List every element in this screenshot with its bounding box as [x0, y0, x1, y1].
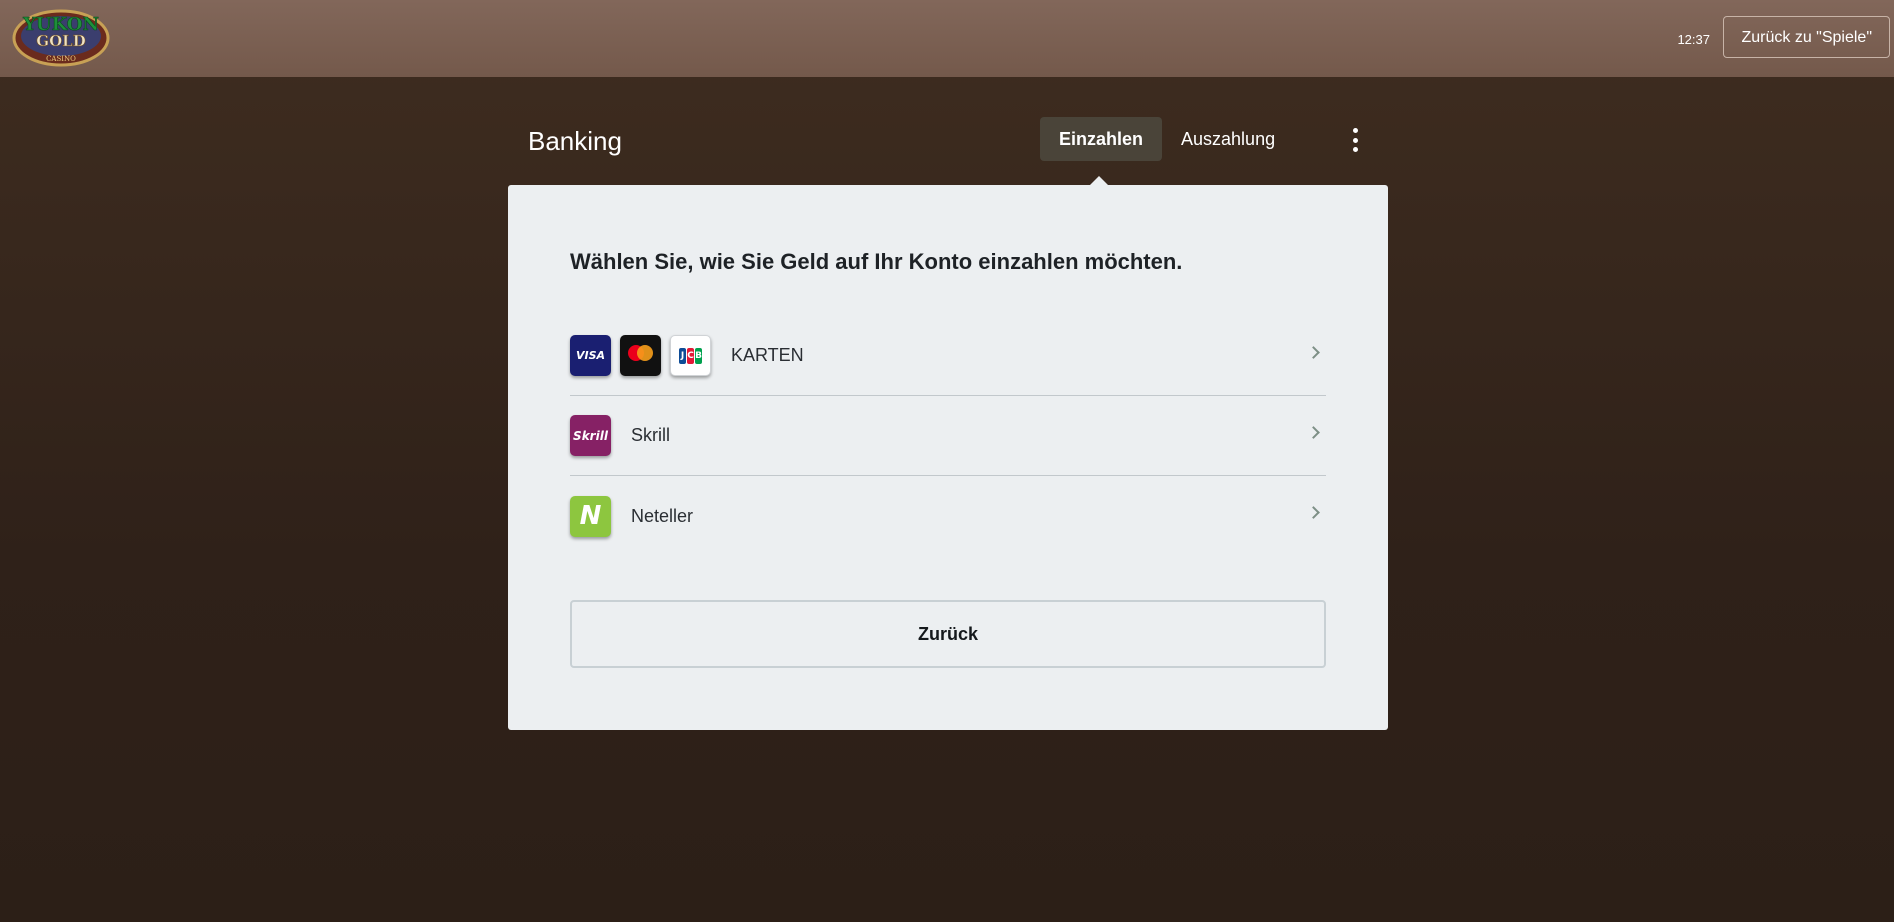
clock: 12:37 — [1677, 32, 1710, 47]
logo-text-casino: CASINO — [46, 55, 76, 63]
top-bar: YUKON GOLD CASINO 12:37 Zurück zu "Spiel… — [0, 0, 1894, 77]
payment-method-label: KARTEN — [731, 345, 804, 365]
payment-method-list: VISA J C B KARTEN Skrill Skrill N Netell… — [570, 316, 1326, 556]
payment-method-neteller[interactable]: N Neteller — [570, 476, 1326, 556]
back-button[interactable]: Zurück — [570, 600, 1326, 668]
yukon-gold-casino-logo[interactable]: YUKON GOLD CASINO — [11, 6, 111, 70]
visa-icon: VISA — [570, 335, 611, 376]
jcb-icon: J C B — [670, 335, 711, 376]
more-vertical-icon[interactable] — [1345, 128, 1365, 152]
page-title: Banking — [528, 126, 622, 156]
logo-text-gold: GOLD — [36, 32, 85, 50]
banking-tabs: Einzahlen Auszahlung — [1040, 117, 1294, 161]
neteller-icon: N — [570, 495, 611, 537]
deposit-card: Wählen Sie, wie Sie Geld auf Ihr Konto e… — [508, 185, 1388, 730]
chevron-right-icon — [1307, 426, 1320, 439]
tab-auszahlung[interactable]: Auszahlung — [1162, 117, 1294, 161]
mastercard-icon — [620, 335, 661, 376]
active-tab-pointer — [1090, 176, 1108, 185]
payment-method-label: Skrill — [631, 425, 670, 445]
chevron-right-icon — [1307, 346, 1320, 359]
deposit-heading: Wählen Sie, wie Sie Geld auf Ihr Konto e… — [570, 249, 1183, 274]
payment-method-label: Neteller — [631, 505, 694, 526]
skrill-icon: Skrill — [570, 415, 611, 456]
chevron-right-icon — [1307, 506, 1320, 519]
tab-einzahlen[interactable]: Einzahlen — [1040, 117, 1163, 161]
payment-method-skrill[interactable]: Skrill Skrill — [570, 396, 1326, 476]
payment-method-cards[interactable]: VISA J C B KARTEN — [570, 316, 1326, 396]
back-to-games-button[interactable]: Zurück zu "Spiele" — [1723, 16, 1890, 58]
